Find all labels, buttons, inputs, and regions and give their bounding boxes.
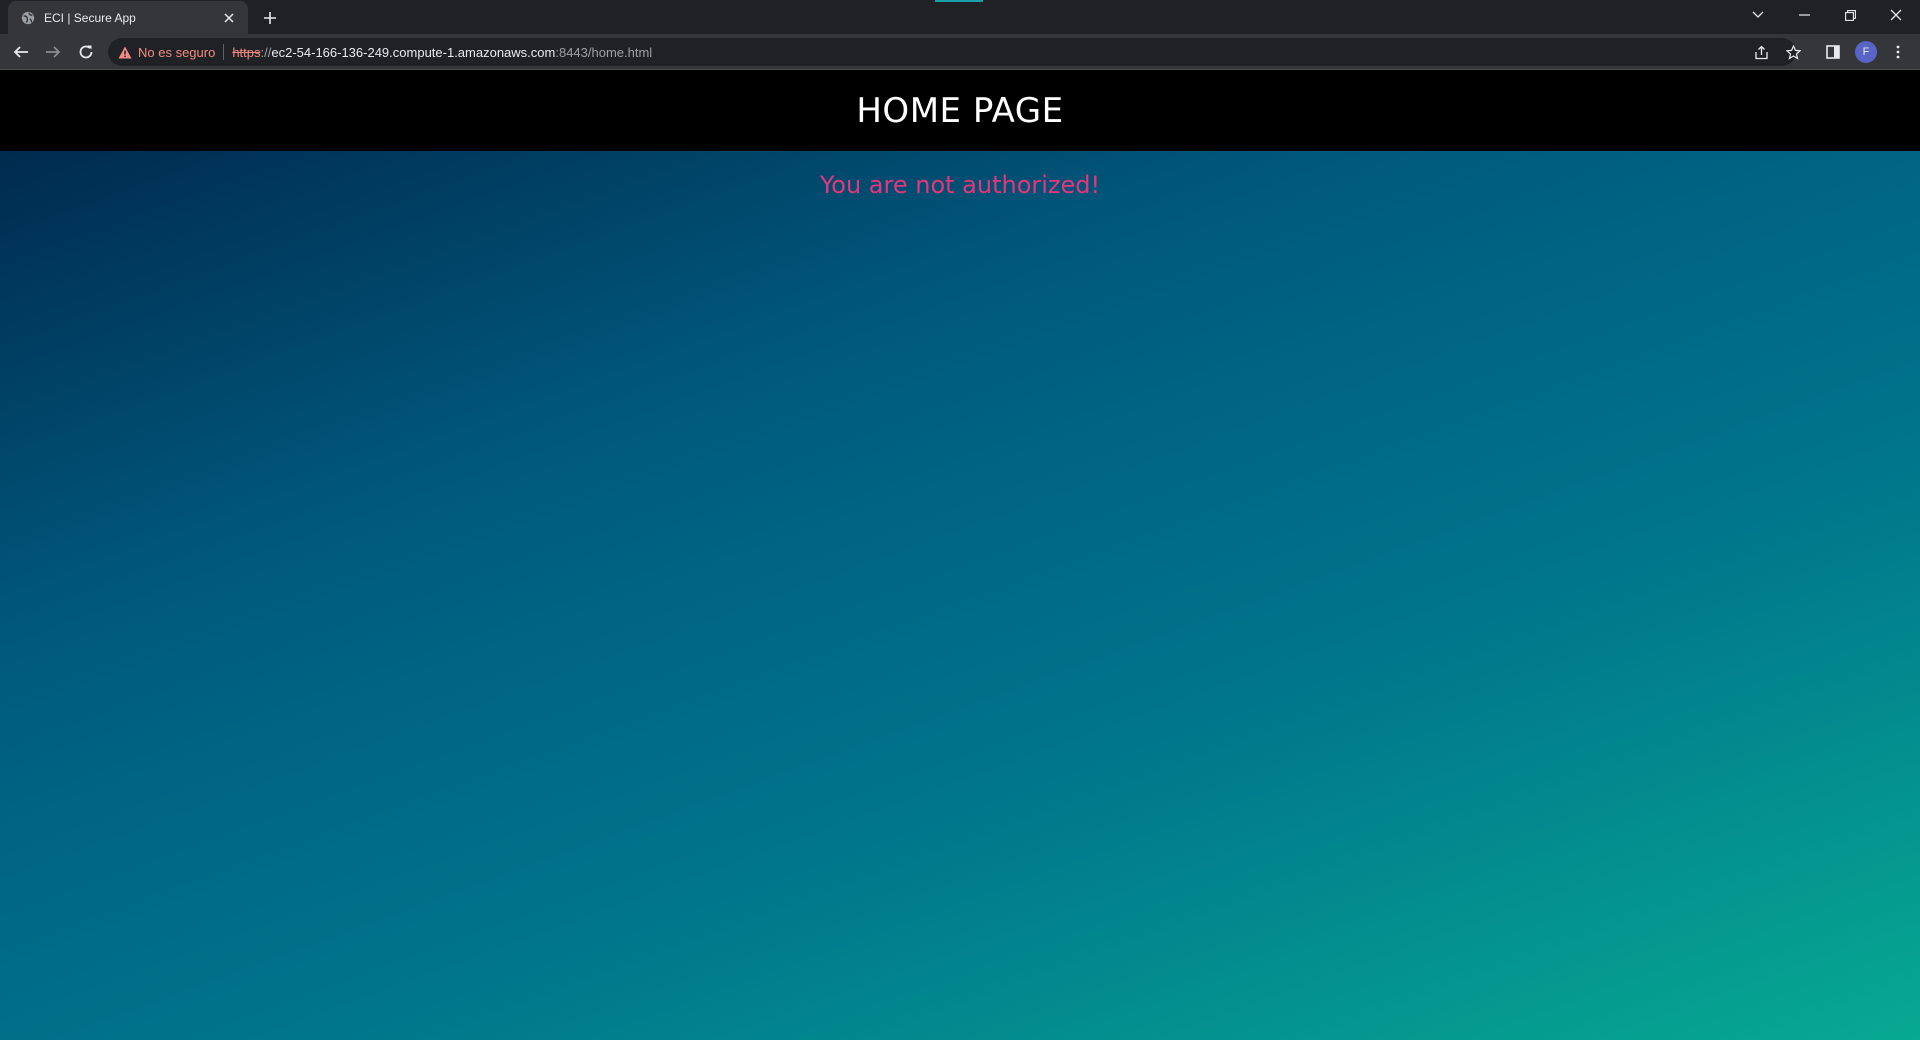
- forward-icon[interactable]: [41, 40, 65, 64]
- back-icon[interactable]: [9, 40, 33, 64]
- warning-icon: [118, 46, 132, 59]
- browser-toolbar: No es seguro https://ec2-54-166-136-249.…: [0, 34, 1920, 70]
- profile-avatar[interactable]: F: [1855, 41, 1877, 63]
- tab-strip: ECI | Secure App: [0, 0, 1920, 34]
- star-icon[interactable]: [1784, 43, 1802, 61]
- address-bar[interactable]: No es seguro https://ec2-54-166-136-249.…: [108, 38, 1801, 66]
- reload-icon[interactable]: [74, 40, 98, 64]
- minimize-icon[interactable]: [1781, 0, 1827, 30]
- url-scheme: https: [232, 44, 261, 60]
- tab-active[interactable]: ECI | Secure App: [8, 1, 248, 34]
- unauthorized-message: You are not authorized!: [819, 171, 1101, 199]
- more-vert-icon[interactable]: [1886, 40, 1910, 64]
- tab-title: ECI | Secure App: [44, 10, 136, 25]
- globe-icon: [20, 10, 36, 26]
- tab-loading-indicator: [935, 0, 983, 2]
- url-text[interactable]: https://ec2-54-166-136-249.compute-1.ama…: [232, 45, 652, 60]
- url-scheme-separator: ://: [260, 44, 272, 60]
- page-viewport: HOME PAGE You are not authorized!: [0, 70, 1920, 1040]
- share-icon[interactable]: [1752, 43, 1770, 61]
- address-separator: [223, 44, 225, 60]
- security-label: No es seguro: [138, 44, 216, 60]
- side-panel-icon[interactable]: [1821, 40, 1845, 64]
- plus-icon[interactable]: [259, 7, 281, 29]
- page-header: HOME PAGE: [0, 70, 1920, 151]
- chevron-down-icon[interactable]: [1735, 0, 1781, 30]
- close-window-icon[interactable]: [1873, 0, 1919, 30]
- url-path: :8443/home.html: [555, 44, 653, 60]
- restore-icon[interactable]: [1827, 0, 1873, 30]
- url-host: ec2-54-166-136-249.compute-1.amazonaws.c…: [271, 44, 556, 60]
- close-icon[interactable]: [220, 9, 238, 27]
- page-title: HOME PAGE: [856, 90, 1064, 131]
- security-indicator[interactable]: No es seguro: [118, 45, 215, 60]
